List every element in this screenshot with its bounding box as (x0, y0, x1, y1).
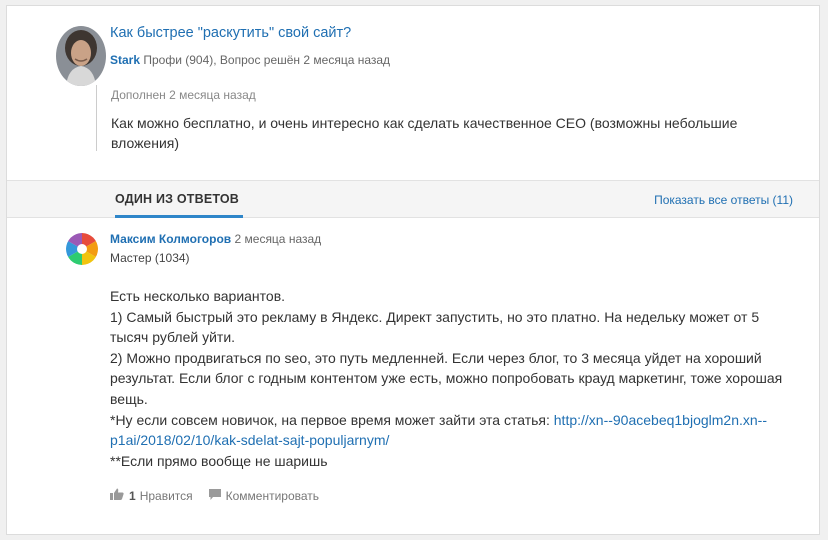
answer-line: 1) Самый быстрый это рекламу в Яндекс. Д… (110, 308, 760, 346)
answer-line: Есть несколько вариантов. (110, 288, 286, 304)
answer-line: **Если прямо вообще не шаришь (110, 452, 328, 469)
comment-button[interactable]: Комментировать (208, 488, 320, 503)
answer-author-link[interactable]: Максим Колмогоров (110, 232, 231, 246)
tab-one-answer[interactable]: ОДИН ИЗ ОТВЕТОВ (115, 192, 239, 206)
addition-text: Как можно бесплатно, и очень интересно к… (111, 115, 738, 151)
question-meta: Stark Профи (904), Вопрос решён 2 месяца… (110, 53, 390, 67)
addition-label: Дополнен 2 месяца назад (111, 88, 256, 102)
question-meta-text: Профи (904), Вопрос решён 2 месяца назад (140, 53, 391, 67)
answer-actions: 1 Нравится Комментировать (110, 488, 319, 503)
question-addition: Дополнен 2 месяца назад Как можно беспла… (96, 85, 786, 151)
question-card: Как быстрее "раскутить" свой сайт? Stark… (6, 5, 820, 535)
likes-count: 1 (129, 488, 136, 503)
thumbs-up-icon (110, 488, 124, 503)
comment-icon (208, 488, 221, 503)
answer-author-avatar[interactable] (66, 233, 98, 265)
question-author-avatar[interactable] (56, 26, 106, 86)
comment-label: Комментировать (225, 488, 320, 503)
answer-time: 2 месяца назад (231, 232, 322, 246)
answer-line: *Ну если совсем новичок, на первое время… (110, 410, 790, 451)
question-title[interactable]: Как быстрее "раскутить" свой сайт? (110, 25, 351, 41)
answer-author-rank: Мастер (1034) (110, 251, 190, 265)
like-button[interactable]: 1 Нравится (110, 488, 193, 503)
show-all-answers-link[interactable]: Показать все ответы (11) (654, 193, 793, 207)
answer-line: 2) Можно продвигаться по seo, это путь м… (110, 349, 783, 407)
tab-active-indicator (115, 215, 243, 218)
answer-line-prefix: *Ну если совсем новичок, на первое время… (110, 411, 554, 428)
answer-meta: Максим Колмогоров 2 месяца назад (110, 232, 321, 246)
likes-label: Нравится (139, 488, 193, 503)
question-author-link[interactable]: Stark (110, 53, 140, 67)
answers-header: ОДИН ИЗ ОТВЕТОВ Показать все ответы (11) (7, 180, 819, 218)
answer-body: Есть несколько вариантов. 1) Самый быстр… (110, 286, 790, 471)
